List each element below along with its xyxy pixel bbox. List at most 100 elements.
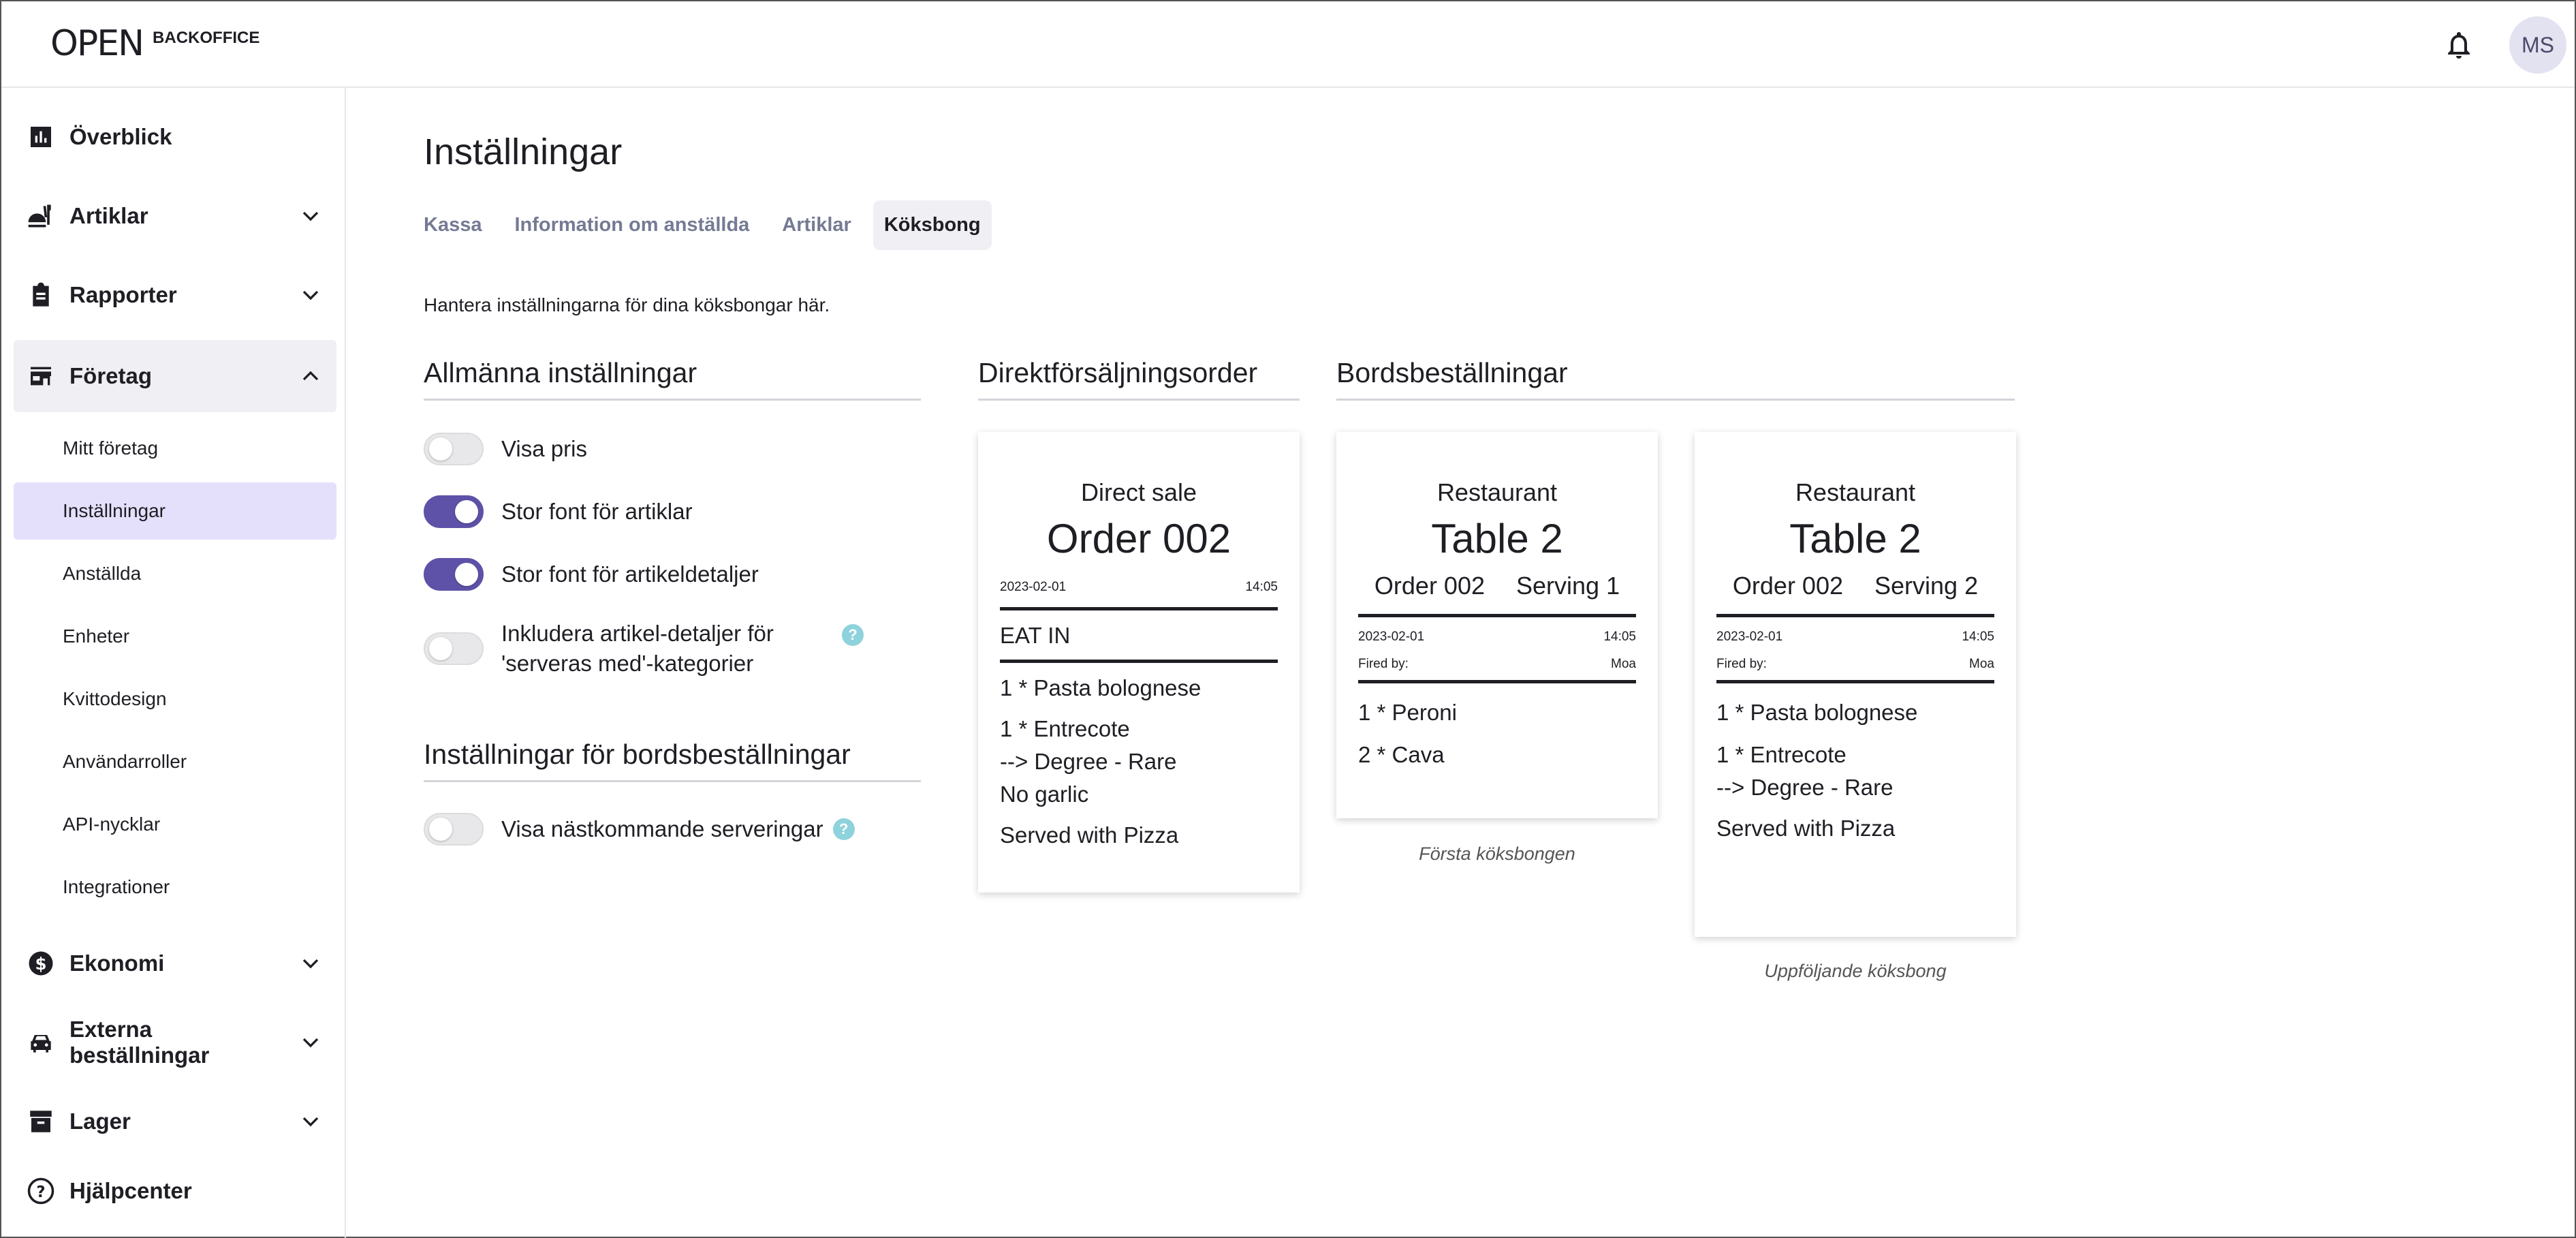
ticket-fired: Fired by: Moa: [1358, 657, 1636, 671]
chart-icon: [26, 122, 56, 152]
toggle-label: Visa pris: [501, 436, 587, 461]
store-icon: [26, 361, 56, 391]
sidebar-item-label: Företag: [69, 363, 153, 388]
toggle-row-inkludera-detaljer: Inkludera artikel-detaljer för 'serveras…: [424, 619, 774, 679]
table-ticket-first: Restaurant Table 2 Order 002 Serving 1 2…: [1336, 432, 1658, 818]
sidebar-item-label: Hjälpcenter: [69, 1178, 192, 1203]
sidebar-item-foretag[interactable]: Företag: [14, 340, 336, 412]
ticket-line: 1 * Pasta bolognese: [1716, 700, 1918, 725]
sidebar-subitem-mitt-foretag[interactable]: Mitt företag: [14, 420, 336, 477]
chevron-down-icon: [302, 290, 319, 300]
sidebar-subitem-anstallda[interactable]: Anställda: [14, 545, 336, 602]
chevron-down-icon: [302, 211, 319, 221]
stor-font-artikeldetaljer-toggle[interactable]: [424, 558, 484, 591]
sidebar-subitem-api-nycklar[interactable]: API-nycklar: [14, 796, 336, 853]
ticket-divider: [1358, 614, 1636, 617]
ticket-line: 1 * Peroni: [1358, 700, 1457, 725]
sidebar-subitem-integrationer[interactable]: Integrationer: [14, 858, 336, 916]
ticket-heading: Direct sale: [1080, 478, 1197, 506]
toggle-label: Visa nästkommande serveringar: [501, 816, 823, 841]
dollar-icon: $: [26, 948, 56, 978]
ticket-heading: Restaurant: [1795, 478, 1916, 506]
food-icon: [26, 201, 56, 231]
ticket-order-serving: Order 002 Serving 1: [1374, 572, 1620, 600]
ticket-line: Served with Pizza: [1716, 816, 1896, 841]
sidebar-subitem-anvandarroller[interactable]: Användarroller: [14, 733, 336, 790]
help-circle-icon: ?: [26, 1176, 56, 1206]
ticket-line: 2 * Cava: [1358, 742, 1445, 767]
sidebar-item-artiklar[interactable]: Artiklar: [14, 180, 336, 252]
tab-information-om-anstallda[interactable]: Information om anställda: [503, 200, 760, 250]
ticket-line: --> Degree - Rare: [1716, 775, 1894, 800]
ticket-divider: [1716, 680, 1994, 683]
car-icon: [26, 1027, 56, 1057]
table-settings-title: Inställningar för bordsbeställningar: [424, 739, 921, 782]
stor-font-artiklar-toggle[interactable]: [424, 495, 484, 528]
settings-tabs: Kassa Information om anställda Artiklar …: [424, 200, 1003, 250]
sidebar-item-hjalpcenter[interactable]: ? Hjälpcenter: [14, 1155, 336, 1227]
sidebar-item-overblick[interactable]: Överblick: [14, 101, 336, 173]
toggle-row-visa-nastkommande: Visa nästkommande serveringar ?: [424, 813, 855, 846]
sidebar-item-rapporter[interactable]: Rapporter: [14, 259, 336, 331]
ticket-line: 1 * Pasta bolognese: [1000, 675, 1201, 700]
ticket-caption: Uppföljande köksbong: [1764, 961, 1947, 981]
chevron-down-icon: [302, 1117, 319, 1127]
sidebar-subitem-kvittodesign[interactable]: Kvittodesign: [14, 670, 336, 728]
ticket-divider: [1000, 660, 1278, 663]
ticket-order: Order 002: [1046, 516, 1231, 561]
toggle-label: Stor font för artikeldetaljer: [501, 561, 759, 587]
ticket-divider: [1358, 680, 1636, 683]
ticket-table: Table 2: [1789, 516, 1921, 561]
sidebar-item-label: Lager: [69, 1109, 131, 1134]
help-icon[interactable]: ?: [832, 818, 855, 840]
sidebar-item-label: Rapporter: [69, 282, 177, 307]
ticket-line: 1 * Entrecote: [1716, 742, 1847, 767]
sidebar-subitem-installningar[interactable]: Inställningar: [14, 482, 336, 540]
tab-koksbong[interactable]: Köksbong: [873, 200, 992, 250]
sidebar-item-label: Överblick: [69, 124, 172, 149]
table-ticket-followup: Restaurant Table 2 Order 002 Serving 2 2…: [1695, 432, 2016, 937]
chevron-down-icon: [302, 1038, 319, 1048]
visa-pris-toggle[interactable]: [424, 433, 484, 465]
inkludera-detaljer-toggle[interactable]: [424, 632, 484, 665]
ticket-table: Table 2: [1431, 516, 1563, 561]
visa-nastkommande-toggle[interactable]: [424, 813, 484, 846]
ticket-fired: Fired by: Moa: [1716, 657, 1994, 671]
sidebar-item-externa-bestallningar[interactable]: Externa beställningar: [14, 1006, 336, 1079]
clipboard-icon: [26, 280, 56, 310]
ticket-meta: 2023-02-01 14:05: [1358, 630, 1636, 644]
ticket-mode: EAT IN: [1000, 623, 1071, 648]
chevron-down-icon: [302, 959, 319, 969]
logo-word: OPEN: [50, 23, 144, 64]
ticket-line: 1 * Entrecote: [1000, 716, 1130, 741]
sidebar-item-label: Artiklar: [69, 203, 148, 228]
help-icon[interactable]: ?: [842, 624, 864, 646]
direct-sale-ticket: Direct sale Order 002 2023-02-01 14:05 E…: [978, 432, 1300, 893]
ticket-date: 2023-02-01: [1000, 580, 1067, 594]
ticket-line: --> Degree - Rare: [1000, 749, 1177, 774]
archive-icon: [26, 1107, 56, 1136]
sidebar-subitem-enheter[interactable]: Enheter: [14, 608, 336, 665]
sidebar: Överblick Artiklar Rapporter Företag Mit…: [1, 88, 346, 1238]
bell-icon[interactable]: [2443, 29, 2475, 61]
direct-sale-title: Direktförsäljningsorder: [978, 357, 1300, 401]
sidebar-item-ekonomi[interactable]: $ Ekonomi: [14, 927, 336, 1000]
page-title: Inställningar: [424, 131, 623, 172]
ticket-line: No garlic: [1000, 782, 1089, 807]
logo[interactable]: OPEN BACKOFFICE: [50, 26, 260, 61]
tab-kassa[interactable]: Kassa: [424, 200, 492, 250]
sidebar-item-label: Externa beställningar: [69, 1017, 210, 1068]
ticket-heading: Restaurant: [1436, 478, 1558, 506]
toggle-row-visa-pris: Visa pris: [424, 433, 587, 465]
toggle-row-stor-font-artikeldetaljer: Stor font för artikeldetaljer: [424, 558, 759, 591]
avatar[interactable]: MS: [2509, 16, 2566, 74]
tab-artiklar[interactable]: Artiklar: [771, 200, 862, 250]
ticket-line: Served with Pizza: [1000, 822, 1179, 848]
ticket-order-serving: Order 002 Serving 2: [1732, 572, 1979, 600]
ticket-meta: 2023-02-01 14:05: [1716, 630, 1994, 644]
ticket-caption: Första köksbongen: [1419, 844, 1575, 864]
chevron-up-icon: [302, 371, 319, 381]
top-header: OPEN BACKOFFICE MS: [1, 1, 2575, 88]
ticket-divider: [1000, 607, 1278, 610]
sidebar-item-lager[interactable]: Lager: [14, 1085, 336, 1158]
